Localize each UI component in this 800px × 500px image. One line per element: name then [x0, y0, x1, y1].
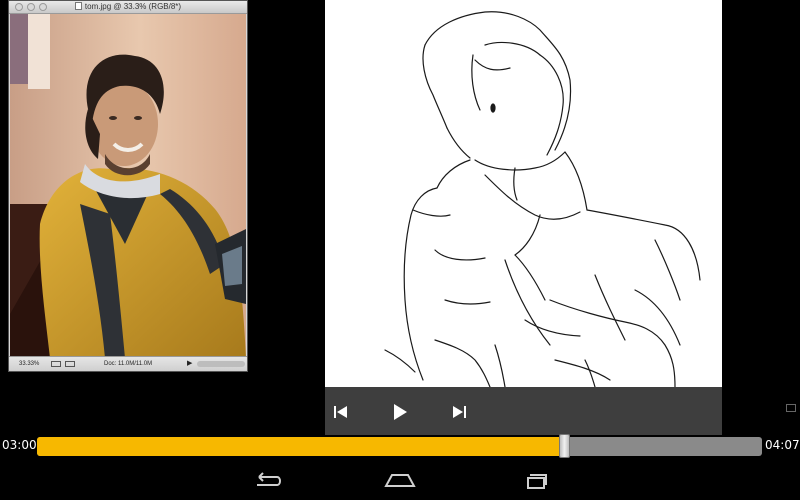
current-time: 03:00	[2, 438, 37, 452]
home-button[interactable]	[382, 468, 418, 494]
seek-bar[interactable]	[37, 437, 762, 456]
total-time: 04:07	[765, 438, 800, 452]
back-button[interactable]	[247, 468, 283, 494]
back-icon	[257, 472, 281, 486]
drawing-canvas	[325, 0, 722, 387]
skip-previous-icon	[334, 406, 347, 418]
recent-apps-button[interactable]	[518, 468, 554, 494]
screen-mode-icon[interactable]	[51, 361, 61, 367]
recent-apps-icon	[527, 474, 547, 489]
image-window: tom.jpg @ 33.3% (RGB/8*) 33.33% Doc: 11.…	[8, 0, 248, 372]
window-title: tom.jpg @ 33.3% (RGB/8*)	[84, 2, 182, 11]
seek-thumb[interactable]	[558, 434, 570, 458]
next-button[interactable]	[446, 399, 472, 425]
player-controls-bar	[325, 387, 722, 435]
document-icon	[74, 2, 82, 10]
seek-progress	[37, 437, 565, 456]
fullscreen-icon[interactable]	[786, 404, 796, 412]
document-size: Doc: 11.0M/11.0M	[104, 361, 153, 367]
previous-button[interactable]	[328, 399, 354, 425]
share-icon[interactable]	[65, 361, 75, 367]
play-button[interactable]	[386, 399, 412, 425]
home-icon	[384, 474, 416, 487]
status-menu-arrow-icon[interactable]: ▶	[187, 357, 192, 371]
window-status-bar: 33.33% Doc: 11.0M/11.0M ▶	[9, 356, 247, 371]
reference-photo	[10, 14, 246, 358]
sketch-hair	[424, 11, 572, 151]
play-icon	[394, 404, 407, 420]
zoom-level: 33.33%	[19, 361, 40, 367]
window-titlebar: tom.jpg @ 33.3% (RGB/8*)	[9, 1, 247, 14]
horizontal-scrollbar[interactable]	[197, 361, 245, 367]
skip-next-icon	[453, 406, 466, 418]
